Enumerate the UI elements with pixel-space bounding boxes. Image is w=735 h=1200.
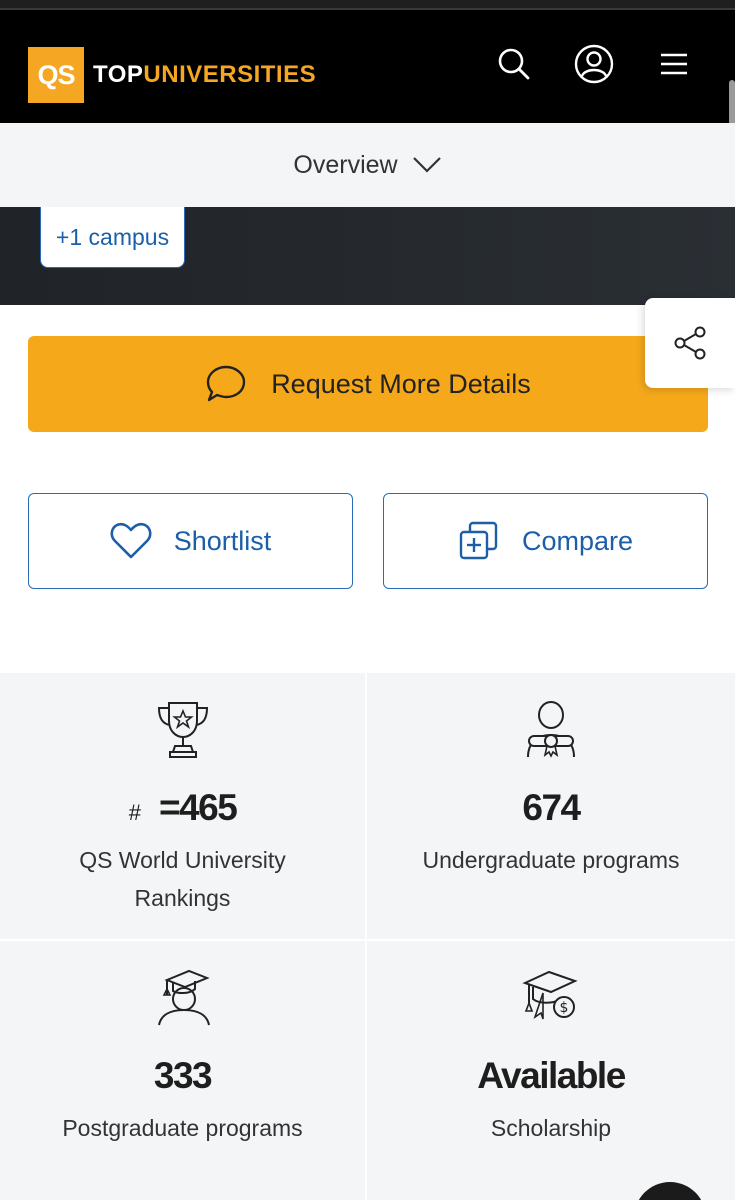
chevron-down-icon [412,156,442,179]
svg-text:$: $ [560,1000,569,1016]
rank-hash: # [128,800,141,825]
ranking-value: # =465 [128,787,238,829]
search-icon[interactable] [494,44,534,84]
status-strip [0,0,735,10]
shortlist-button[interactable]: Shortlist [28,493,353,589]
top-header: QS TOPUNIVERSITIES [0,10,735,123]
share-button[interactable] [645,298,735,388]
user-icon[interactable] [574,44,614,84]
compare-button[interactable]: Compare [383,493,708,589]
share-icon [674,326,706,360]
stat-undergraduate: 674 Undergraduate programs [367,673,735,939]
campus-button[interactable]: +1 campus [40,207,185,268]
undergraduate-count: 674 [522,787,581,828]
ranking-label: QS World University Rankings [79,847,286,911]
request-details-button[interactable]: Request More Details [28,336,708,432]
compare-icon [459,521,498,560]
logo-word-universities: UNIVERSITIES [143,61,317,88]
postgraduate-cap-icon [153,967,213,1027]
stat-scholarship: $ Available Scholarship [367,941,735,1200]
heart-icon [110,522,152,559]
trophy-icon [153,699,213,759]
university-stats-grid: # =465 QS World University Rankings 674 U… [0,673,735,1200]
request-details-label: Request More Details [271,368,531,399]
graduate-diploma-icon [523,699,579,759]
logo-word-top: TOP [93,61,144,88]
ranking-number: =465 [158,787,238,828]
section-dropdown-label: Overview [293,150,398,179]
scholarship-availability: Available [477,1055,626,1096]
logo-wordmark: TOPUNIVERSITIES [93,61,316,89]
chat-bubble-icon [206,365,246,402]
menu-icon[interactable] [654,44,694,84]
scholarship-icon: $ [521,967,581,1027]
hero-banner: +1 campus [0,207,735,305]
postgraduate-label: Postgraduate programs [62,1115,303,1141]
shortlist-label: Shortlist [173,525,272,556]
section-dropdown[interactable]: Overview [0,123,735,207]
postgraduate-count: 333 [153,1055,213,1096]
undergraduate-label: Undergraduate programs [422,847,680,873]
compare-label: Compare [521,525,634,556]
stat-ranking: # =465 QS World University Rankings [0,673,365,939]
topuniversities-logo[interactable]: QS TOPUNIVERSITIES [28,47,316,103]
qs-logo-mark: QS [28,47,84,103]
scholarship-label: Scholarship [490,1115,612,1141]
stat-postgraduate: 333 Postgraduate programs [0,941,365,1200]
